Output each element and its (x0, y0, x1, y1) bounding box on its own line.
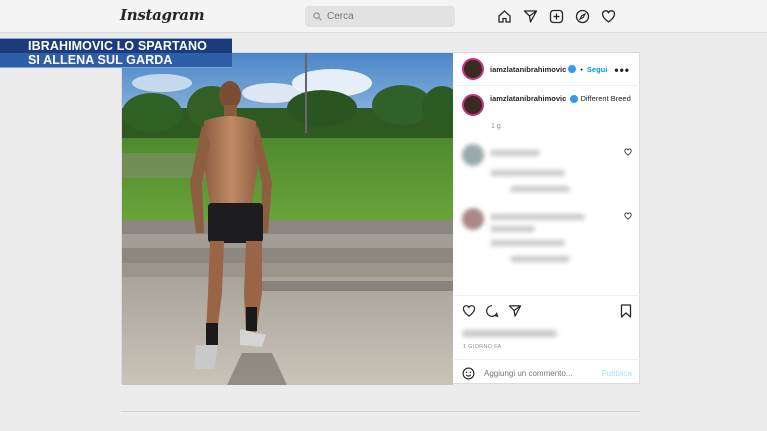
caption-body: iamzlatanibrahimovic Different Breed (490, 94, 631, 116)
top-nav-bar: Instagram (0, 0, 767, 33)
follow-button[interactable]: Segui (587, 65, 607, 74)
header-separator: • (580, 64, 583, 74)
caption-verified-icon (570, 95, 579, 104)
comment-text-blurred (490, 214, 585, 220)
search-input[interactable] (327, 11, 447, 22)
post-caption: iamzlatanibrahimovic Different Breed (454, 86, 640, 116)
home-icon[interactable] (497, 9, 512, 24)
post-card: iamzlatanibrahimovic • Segui ••• iamzlat… (121, 52, 640, 385)
new-post-icon[interactable] (549, 9, 564, 24)
comment-item (454, 200, 640, 264)
headline-line-2: SI ALLENA SUL GARDA (0, 53, 232, 68)
photo-scene (122, 53, 453, 385)
search-icon (313, 12, 322, 21)
author-username[interactable]: iamzlatanibrahimovic (490, 65, 566, 74)
publish-button[interactable]: Pubblica (601, 369, 632, 378)
like-heart-icon[interactable] (462, 304, 476, 318)
share-send-icon[interactable] (508, 304, 522, 318)
emoji-icon[interactable] (462, 367, 475, 380)
comment-avatar (462, 208, 484, 230)
caption-text: Different Breed (580, 94, 631, 103)
comment-meta-blurred (490, 170, 565, 176)
likes-count-blurred (462, 330, 557, 337)
post-sidebar: iamzlatanibrahimovic • Segui ••• iamzlat… (454, 53, 640, 385)
comment-item (454, 136, 640, 200)
verified-badge-icon (568, 65, 577, 73)
comment-text-blurred (490, 150, 540, 156)
post-header: iamzlatanibrahimovic • Segui ••• (454, 53, 640, 86)
heart-icon[interactable] (601, 9, 616, 24)
add-comment-bar: Pubblica (454, 359, 640, 386)
author-avatar[interactable] (462, 58, 484, 80)
action-icons (454, 296, 640, 326)
nav-icons (497, 9, 616, 24)
comment-input[interactable] (484, 368, 594, 378)
comment-replies-blurred (510, 186, 570, 192)
comment-like-icon[interactable] (624, 148, 632, 156)
headline-line-1: IBRAHIMOVIC LO SPARTANO (0, 38, 232, 53)
post-time-ago: 1 GIORNO FA (463, 344, 502, 350)
caption-time: 1 g (491, 123, 501, 130)
comment-replies-blurred (510, 256, 570, 262)
instagram-logo[interactable]: Instagram (120, 6, 205, 24)
tv-headline-banner: IBRAHIMOVIC LO SPARTANO SI ALLENA SUL GA… (0, 38, 232, 68)
compass-icon[interactable] (575, 9, 590, 24)
comment-avatar (462, 144, 484, 166)
bookmark-icon[interactable] (620, 304, 632, 318)
comment-like-icon[interactable] (624, 212, 632, 220)
more-options-icon[interactable]: ••• (614, 63, 630, 77)
post-photo[interactable] (122, 53, 453, 385)
search-box[interactable] (305, 6, 455, 27)
feed-divider (121, 411, 640, 412)
comment-meta-blurred (490, 240, 565, 246)
caption-avatar[interactable] (462, 94, 484, 116)
caption-username[interactable]: iamzlatanibrahimovic (490, 94, 566, 103)
post-actions: 1 GIORNO FA Pubblica (454, 295, 640, 385)
comment-bubble-icon[interactable] (485, 304, 499, 318)
direct-send-icon[interactable] (523, 9, 538, 24)
comment-text-blurred (490, 226, 535, 232)
